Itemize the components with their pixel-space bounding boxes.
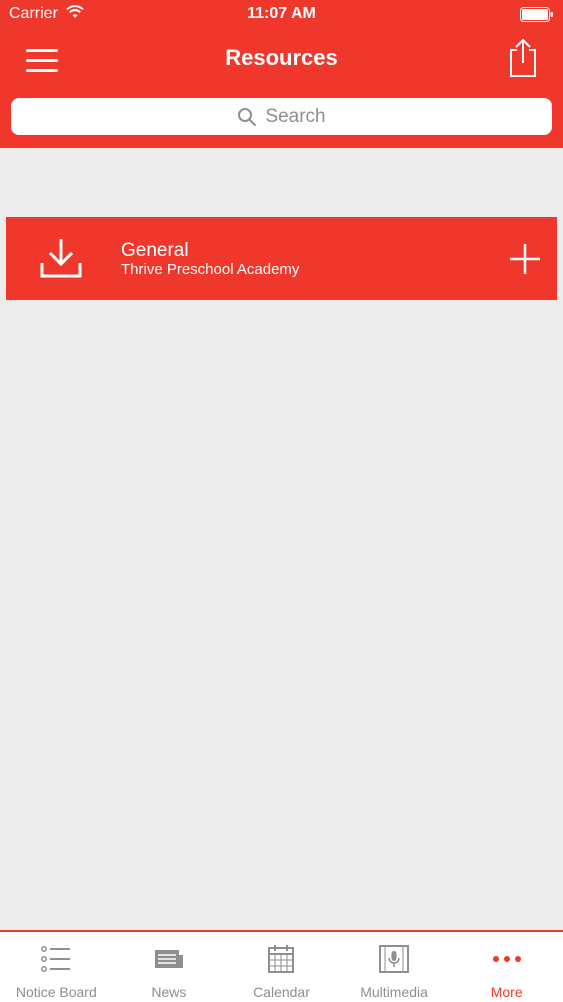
plus-icon <box>510 244 540 274</box>
list-icon <box>41 946 71 972</box>
search-field[interactable]: Search <box>11 98 552 135</box>
top-bar: Carrier 11:07 AM Resources Search <box>0 0 563 148</box>
resource-subtitle: Thrive Preschool Academy <box>121 261 300 278</box>
search-icon <box>238 107 257 126</box>
tab-label: Calendar <box>253 984 310 1000</box>
share-button[interactable] <box>503 36 543 78</box>
resource-title: General <box>121 240 189 261</box>
search-placeholder: Search <box>265 105 326 127</box>
multimedia-icon <box>379 945 410 973</box>
tab-news[interactable]: News <box>113 932 226 1002</box>
download-icon <box>40 239 82 278</box>
tab-more[interactable]: More <box>450 932 563 1002</box>
tab-label: More <box>490 984 523 1000</box>
expand-button[interactable] <box>509 243 541 275</box>
tab-multimedia[interactable]: Multimedia <box>338 932 451 1002</box>
nav-bar: Resources <box>0 30 563 90</box>
page-title: Resources <box>225 45 338 70</box>
more-icon <box>492 956 521 962</box>
tab-label: Notice Board <box>15 984 97 1000</box>
status-time: 11:07 AM <box>247 5 316 22</box>
news-icon <box>154 950 183 968</box>
tab-bar: Notice Board News Calendar Multimedia Mo… <box>0 930 563 1002</box>
calendar-icon <box>268 945 295 973</box>
tab-label: News <box>151 984 187 1000</box>
status-bar: Carrier 11:07 AM <box>0 0 563 30</box>
tab-calendar[interactable]: Calendar <box>225 932 338 1002</box>
battery-icon <box>520 7 554 27</box>
tab-label: Multimedia <box>360 984 428 1000</box>
share-icon <box>510 38 536 77</box>
tab-notice-board[interactable]: Notice Board <box>0 932 113 1002</box>
resource-row-general[interactable]: General Thrive Preschool Academy <box>6 217 557 300</box>
